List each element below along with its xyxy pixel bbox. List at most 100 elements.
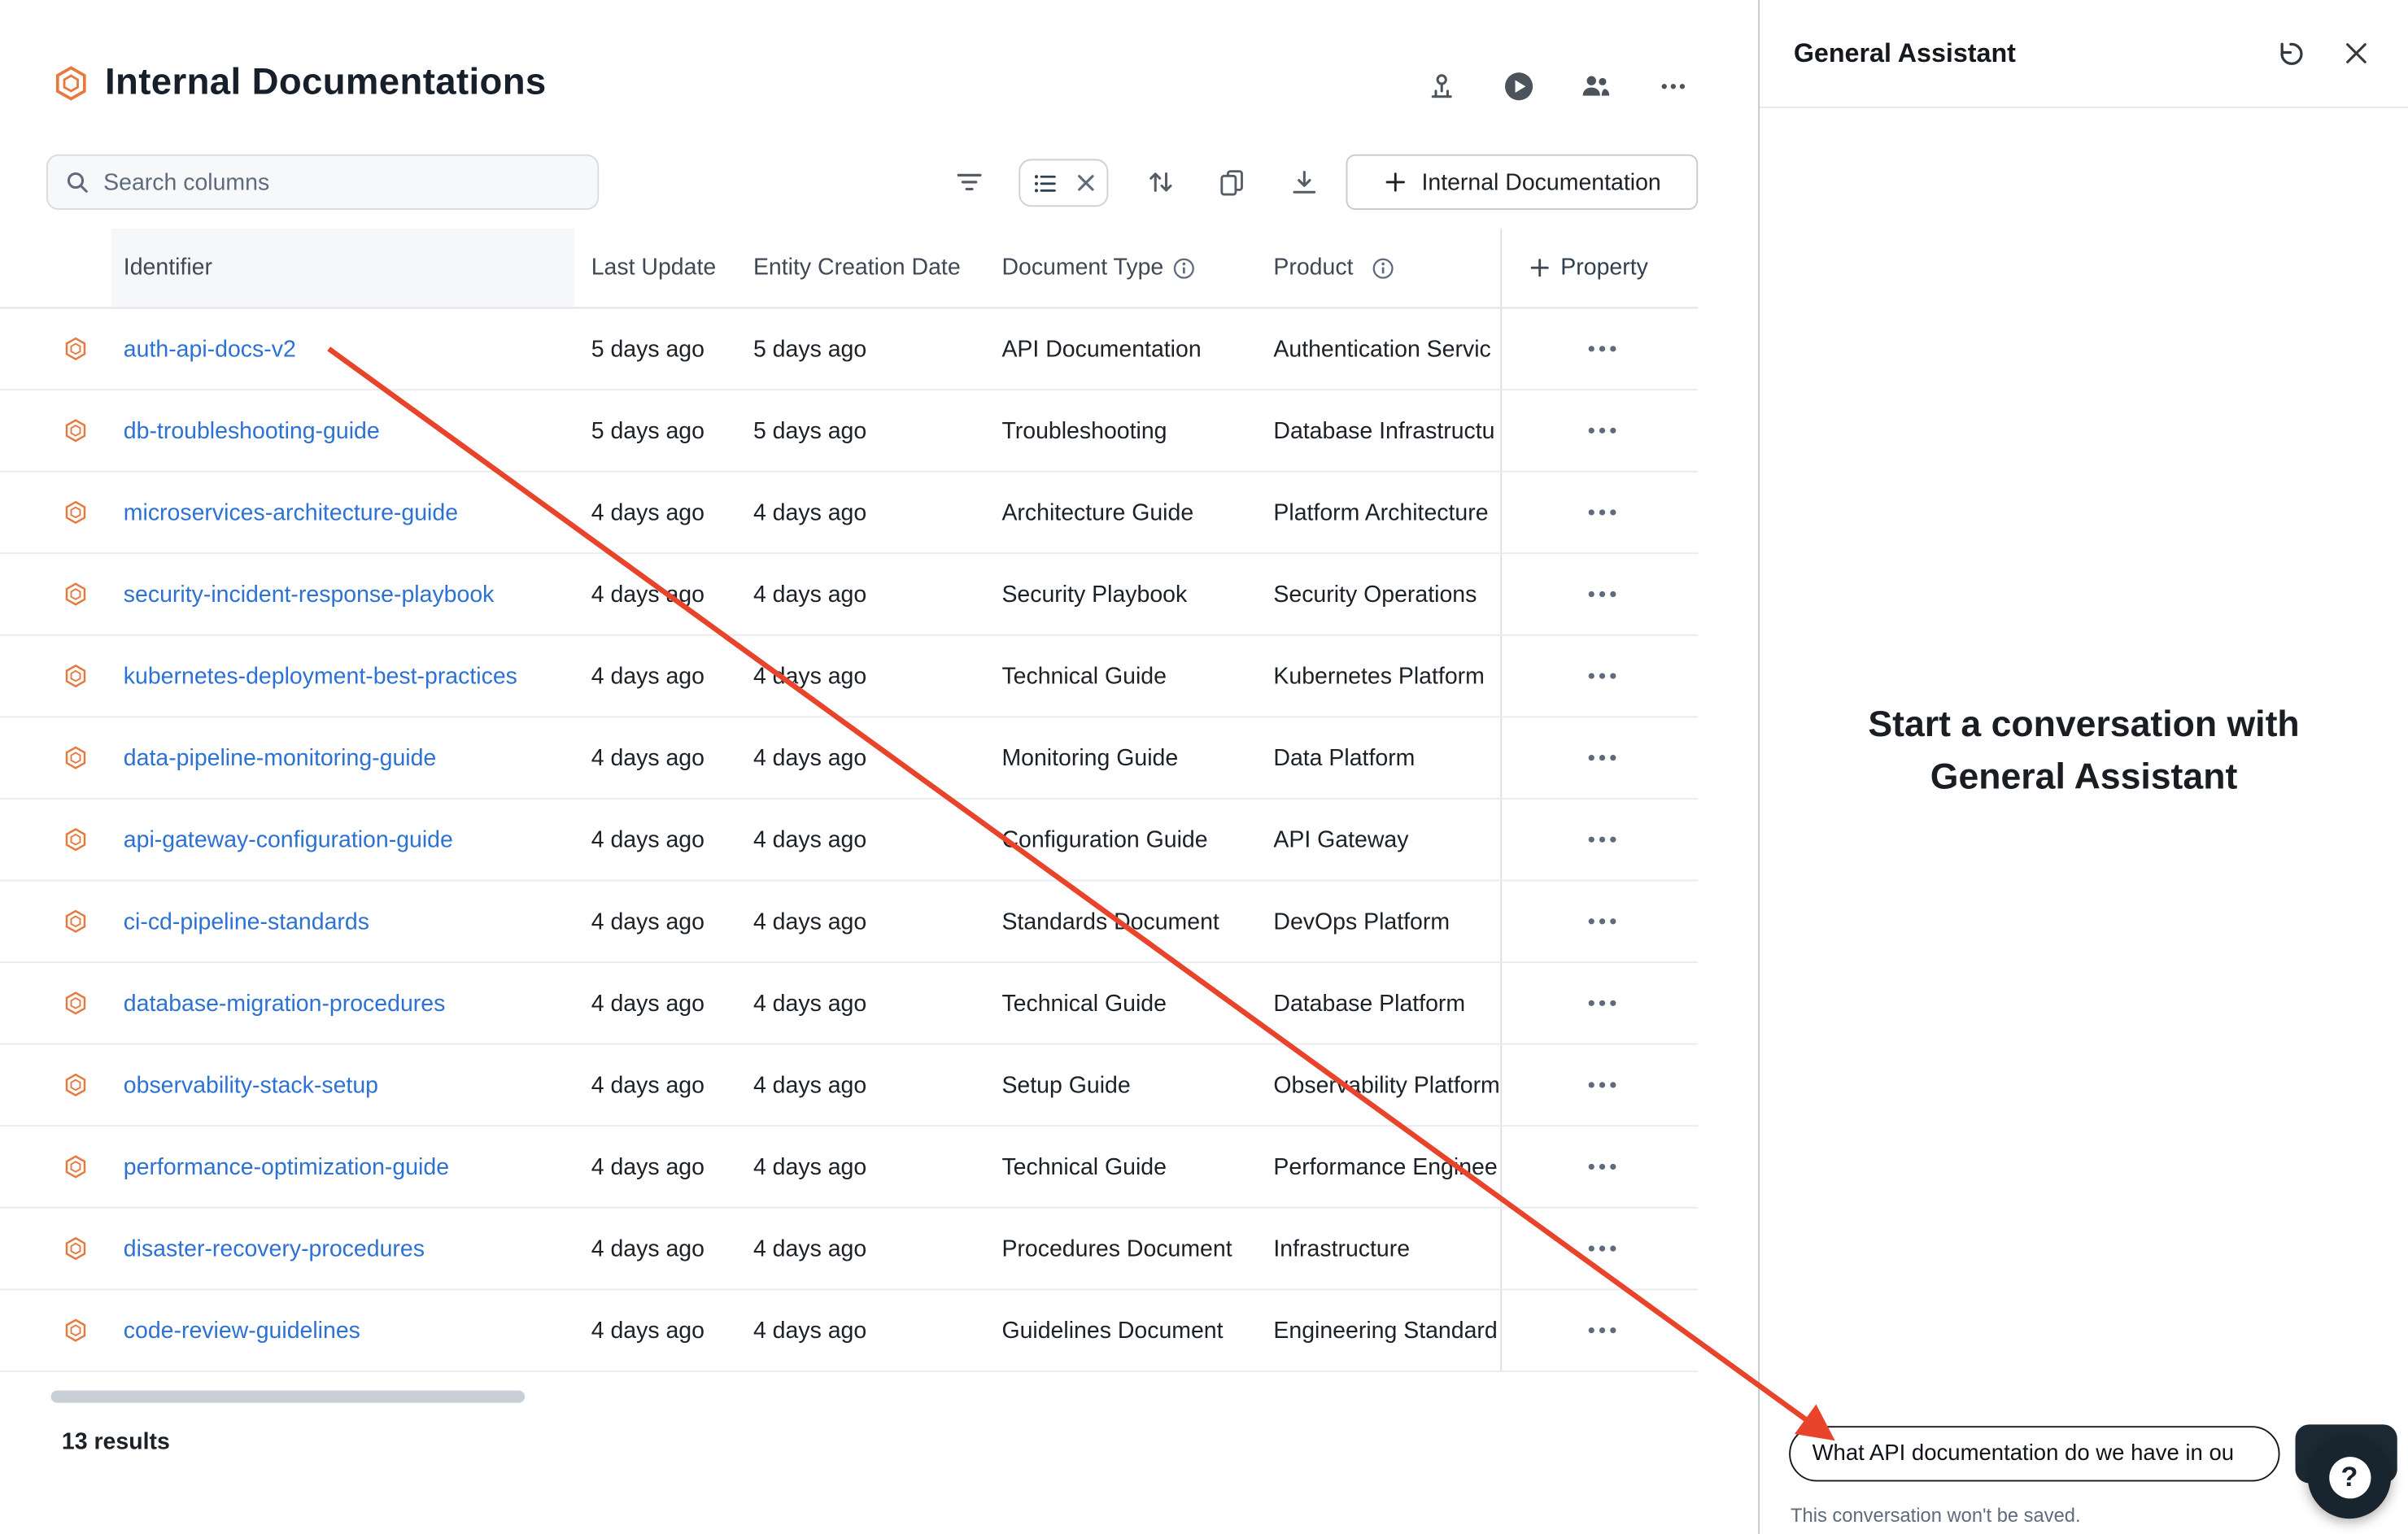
- results-count: 13 results: [62, 1429, 170, 1455]
- people-icon[interactable]: [1577, 68, 1615, 105]
- search-columns-input[interactable]: [103, 169, 580, 195]
- row-actions-button[interactable]: [1577, 1142, 1627, 1192]
- clear-view-icon[interactable]: [1076, 173, 1097, 194]
- product-cell: Data Platform: [1267, 717, 1502, 798]
- row-actions-button[interactable]: [1577, 1061, 1627, 1110]
- assistant-empty-state: Start a conversation with General Assist…: [1852, 698, 2315, 803]
- table-row: security-incident-response-playbook 4 da…: [0, 554, 1698, 636]
- table-toolbar: Internal Documentation: [46, 155, 1698, 210]
- last-update-cell: 5 days ago: [579, 336, 746, 362]
- assistant-disclaimer: This conversation won't be saved.: [1791, 1505, 2081, 1527]
- identifier-link[interactable]: api-gateway-configuration-guide: [124, 826, 453, 852]
- document-type-cell: Procedures Document: [996, 1235, 1267, 1262]
- close-icon[interactable]: [2334, 32, 2377, 75]
- document-type-cell: Setup Guide: [996, 1072, 1267, 1098]
- creation-date-cell: 4 days ago: [745, 826, 995, 852]
- identifier-link[interactable]: performance-optimization-guide: [124, 1153, 449, 1179]
- object-hexagon-icon: [63, 664, 88, 688]
- download-icon[interactable]: [1276, 155, 1332, 210]
- object-hexagon-icon: [63, 745, 88, 769]
- row-actions-button[interactable]: [1577, 324, 1627, 373]
- row-actions-button[interactable]: [1577, 406, 1627, 455]
- row-actions-button[interactable]: [1577, 733, 1627, 782]
- last-update-cell: 4 days ago: [579, 663, 746, 689]
- identifier-link[interactable]: ci-cd-pipeline-standards: [124, 909, 369, 935]
- identifier-link[interactable]: observability-stack-setup: [124, 1072, 378, 1098]
- creation-date-cell: 4 days ago: [745, 581, 995, 607]
- table-row: kubernetes-deployment-best-practices 4 d…: [0, 636, 1698, 718]
- identifier-link[interactable]: microservices-architecture-guide: [124, 499, 458, 525]
- last-update-cell: 4 days ago: [579, 1072, 746, 1098]
- object-hexagon-icon: [63, 909, 88, 934]
- row-actions-button[interactable]: [1577, 896, 1627, 946]
- list-view-icon[interactable]: [1031, 169, 1058, 197]
- question-mark-icon: ?: [2328, 1456, 2370, 1497]
- row-actions-button[interactable]: [1577, 488, 1627, 538]
- row-actions-button[interactable]: [1577, 652, 1627, 701]
- product-cell: Database Platform: [1267, 963, 1502, 1044]
- row-actions-button[interactable]: [1577, 1224, 1627, 1274]
- creation-date-cell: 4 days ago: [745, 663, 995, 689]
- last-update-cell: 4 days ago: [579, 581, 746, 607]
- document-type-cell: Configuration Guide: [996, 826, 1267, 852]
- table-row: database-migration-procedures 4 days ago…: [0, 963, 1698, 1045]
- assistant-message-input[interactable]: [1789, 1426, 2279, 1481]
- identifier-link[interactable]: code-review-guidelines: [124, 1317, 360, 1343]
- last-update-cell: 4 days ago: [579, 990, 746, 1016]
- play-circle-icon[interactable]: [1500, 68, 1538, 105]
- column-header-identifier[interactable]: Identifier: [111, 229, 574, 307]
- assistant-body: Start a conversation with General Assist…: [1760, 108, 2408, 1392]
- product-cell: Security Operations: [1267, 554, 1502, 634]
- product-cell: Kubernetes Platform: [1267, 636, 1502, 717]
- ellipsis-icon: [1584, 821, 1621, 858]
- row-actions-button[interactable]: [1577, 978, 1627, 1028]
- icon-column-header: [0, 229, 111, 307]
- column-header-document-type[interactable]: Document Type: [996, 229, 1267, 307]
- add-property-button[interactable]: Property: [1502, 229, 1698, 307]
- identifier-link[interactable]: kubernetes-deployment-best-practices: [124, 663, 517, 689]
- column-header-creation-date[interactable]: Entity Creation Date: [745, 229, 995, 307]
- row-actions-button[interactable]: [1577, 569, 1627, 619]
- reset-conversation-icon[interactable]: [2269, 32, 2312, 75]
- table-row: data-pipeline-monitoring-guide 4 days ag…: [0, 717, 1698, 800]
- identifier-link[interactable]: disaster-recovery-procedures: [124, 1235, 425, 1262]
- object-hexagon-icon: [63, 1154, 88, 1179]
- view-chip: [1019, 159, 1108, 207]
- filter-icon[interactable]: [941, 155, 997, 210]
- table-row: disaster-recovery-procedures 4 days ago …: [0, 1209, 1698, 1291]
- column-header-last-update[interactable]: Last Update: [579, 229, 746, 307]
- assistant-footer: ? This conversation won't be saved.: [1760, 1392, 2408, 1534]
- ellipsis-icon: [1584, 576, 1621, 613]
- document-type-cell: Standards Document: [996, 909, 1267, 935]
- ellipsis-icon: [1584, 1148, 1621, 1186]
- last-update-cell: 4 days ago: [579, 826, 746, 852]
- document-type-cell: Guidelines Document: [996, 1317, 1267, 1343]
- document-type-cell: Technical Guide: [996, 1153, 1267, 1179]
- sort-icon[interactable]: [1133, 155, 1189, 210]
- row-actions-button[interactable]: [1577, 1305, 1627, 1355]
- last-update-cell: 4 days ago: [579, 499, 746, 525]
- copy-icon[interactable]: [1204, 155, 1259, 210]
- identifier-link[interactable]: db-troubleshooting-guide: [124, 417, 380, 443]
- column-header-product[interactable]: Product: [1267, 229, 1502, 307]
- more-options-icon[interactable]: [1655, 68, 1692, 105]
- row-actions-button[interactable]: [1577, 815, 1627, 865]
- assistant-title: General Assistant: [1794, 37, 2269, 68]
- identifier-link[interactable]: data-pipeline-monitoring-guide: [124, 745, 436, 771]
- search-icon: [65, 170, 89, 194]
- joystick-icon[interactable]: [1423, 68, 1460, 105]
- product-cell: Authentication Servic: [1267, 308, 1502, 389]
- identifier-link[interactable]: security-incident-response-playbook: [124, 581, 495, 607]
- last-update-cell: 4 days ago: [579, 1235, 746, 1262]
- help-button[interactable]: ?: [2308, 1436, 2391, 1519]
- creation-date-cell: 4 days ago: [745, 745, 995, 771]
- product-cell: Database Infrastructu: [1267, 390, 1502, 471]
- creation-date-cell: 4 days ago: [745, 1235, 995, 1262]
- new-internal-documentation-button[interactable]: Internal Documentation: [1346, 155, 1699, 210]
- object-hexagon-icon: [63, 991, 88, 1015]
- horizontal-scrollbar[interactable]: [51, 1391, 526, 1403]
- identifier-link[interactable]: auth-api-docs-v2: [124, 336, 296, 362]
- identifier-link[interactable]: database-migration-procedures: [124, 990, 446, 1016]
- object-hexagon-icon: [63, 337, 88, 361]
- last-update-cell: 4 days ago: [579, 745, 746, 771]
